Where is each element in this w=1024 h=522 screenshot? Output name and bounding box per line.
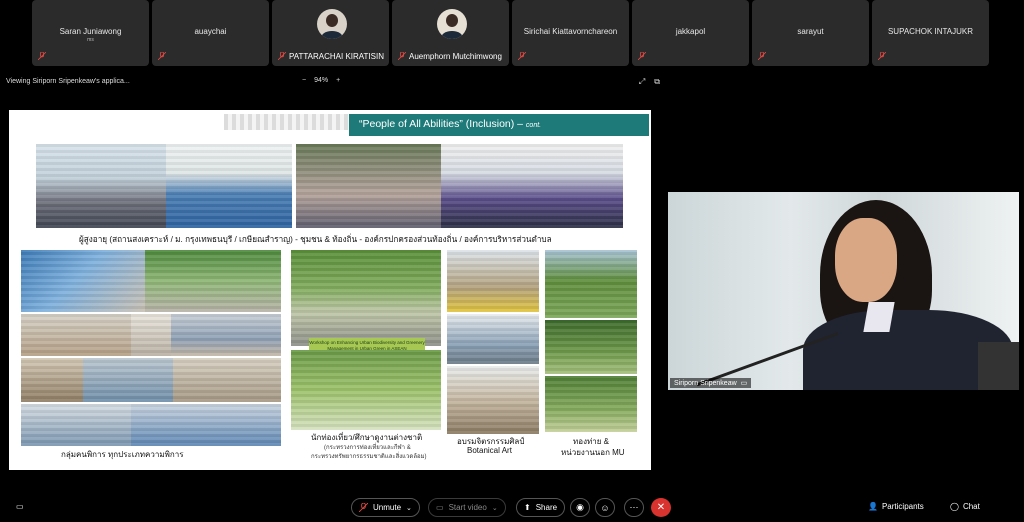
speaker-name: Siriporn Sripenkeaw [674,379,737,387]
zoom-in-button[interactable]: + [336,77,340,84]
participant-name: sarayut [797,27,824,36]
participant-tile[interactable]: auaychai [152,0,269,66]
more-icon[interactable]: ⋯ [624,498,644,517]
caption-training-en: Botanical Art [467,446,512,455]
mic-muted-icon [758,52,766,60]
meeting-toolbar: ▭ Unmute ⌄ ▭ Start video ⌄ ⬆ Share ◉ ☺ ⋯… [0,496,1024,520]
slide-banner-title: “People of All Abilities” (Inclusion) – [359,118,523,130]
mic-muted-icon [398,52,406,60]
photo-foreign-visitors [291,250,441,346]
shared-slide: “People of All Abilities” (Inclusion) – … [9,110,651,470]
mic-muted-icon [518,52,526,60]
speaker-nameplate: Siriporn Sripenkeaw ▭ [670,378,752,388]
participant-strip: Saran Juniawong ms auaychai PATTARACHAI … [32,0,989,66]
photo-disabled-5 [171,314,281,356]
chevron-down-icon[interactable]: ⌄ [492,504,498,512]
photo-camp-2 [545,320,637,374]
participant-name: auaychai [194,27,227,36]
photo-disabled-1 [21,250,145,312]
photo-elderly-hall [166,144,292,228]
participant-name: Sirichai Kiattavornchareon [523,27,618,36]
mic-muted-icon [638,52,646,60]
zoom-level: 94% [314,77,329,84]
caption-disabled: กลุ่มคนพิการ ทุกประเภทความพิการ [61,450,184,459]
photo-camp-3 [545,376,637,432]
mic-muted-icon [38,52,46,60]
avatar [437,9,467,39]
mic-muted-icon [359,503,368,512]
participant-tile[interactable]: Sirichai Kiattavornchareon [512,0,629,66]
zoom-controls: − 94% + [302,77,340,84]
photo-disabled-4 [131,314,171,356]
photo-outdoor-group [291,350,441,430]
chat-icon: ◯ [950,502,959,511]
zoom-out-button[interactable]: − [302,77,306,84]
participant-subtitle: ms [87,37,94,43]
avatar [317,9,347,39]
photo-disabled-3 [21,314,131,356]
photo-disabled-2 [145,250,281,312]
mic-muted-icon [278,52,286,60]
participants-button[interactable]: 👤 Participants [868,502,924,511]
photo-disabled-9 [21,404,131,446]
share-button[interactable]: ⬆ Share [516,498,566,517]
participant-name: Auemphorn Mutchimwong [409,52,502,61]
participant-tile[interactable]: Auemphorn Mutchimwong [392,0,509,66]
slide-banner: “People of All Abilities” (Inclusion) – … [349,114,649,136]
unmute-button[interactable]: Unmute ⌄ [351,498,420,517]
chevron-down-icon[interactable]: ⌄ [406,504,412,512]
participant-name: jakkapol [675,27,706,36]
slide-header-strip [224,114,349,130]
photo-training-1 [447,250,539,312]
share-viewing-bar: Viewing Siriporn Sripenkeaw's applica...… [0,74,664,90]
unmute-label: Unmute [373,503,402,512]
speaker-collar [863,302,895,332]
end-call-icon[interactable]: ✕ [651,498,671,517]
chair [978,342,1019,390]
share-title: Viewing Siriporn Sripenkeaw's applica... [6,78,130,85]
share-icon: ⬆ [524,503,531,512]
participant-tile[interactable]: sarayut [752,0,869,66]
caption-tourist-sub2: กระทรวงทรัพยากรธรรมชาติและสิ่งแวดล้อม) [311,454,427,460]
ai-assistant-icon[interactable]: ◉ [570,498,590,517]
photo-training-3 [447,366,539,434]
start-video-label: Start video [448,503,487,512]
mic-muted-icon [878,52,886,60]
photo-training-2 [447,314,539,364]
mic-muted-icon [158,52,166,60]
fit-screen-icon[interactable]: ⤢ [639,77,645,87]
participants-icon: 👤 [868,502,878,511]
video-off-icon: ▭ [436,503,444,512]
photo-community-group [296,144,441,228]
participant-tile[interactable]: SUPACHOK INTAJUKR [872,0,989,66]
photo-local-admin-group [441,144,623,228]
photo-disabled-10 [131,404,281,446]
screen-share-icon: ▭ [740,380,748,387]
captions-icon[interactable]: ▭ [16,502,24,511]
chat-label: Chat [962,502,980,511]
participant-name: Saran Juniawong [59,27,122,36]
speaker-video[interactable]: Siriporn Sripenkeaw ▭ [668,192,1019,390]
reactions-icon[interactable]: ☺ [595,498,615,517]
participant-name: SUPACHOK INTAJUKR [887,27,974,36]
slide-banner-cont: cont. [525,122,542,129]
start-video-button[interactable]: ▭ Start video ⌄ [428,498,506,517]
photo-elderly-group [36,144,166,228]
photo-camp-1 [545,250,637,318]
participant-tile[interactable]: Saran Juniawong ms [32,0,149,66]
photo-disabled-6 [21,358,83,402]
participant-tile[interactable]: jakkapol [632,0,749,66]
chat-button[interactable]: ◯ Chat [950,502,980,511]
popout-icon[interactable]: ⧉ [654,77,660,87]
speaker-face [835,218,897,302]
caption-row1: ผู้สูงอายุ (สถานสงเคราะห์ / ม. กรุงเทพธน… [79,235,552,244]
caption-camp-sub: หน่วยงานนอก MU [561,448,625,457]
photo-disabled-7 [83,358,173,402]
share-label: Share [535,503,558,512]
participants-label: Participants [881,502,924,511]
photo-disabled-8 [173,358,281,402]
participant-tile[interactable]: PATTARACHAI KIRATISIN [272,0,389,66]
participant-name: PATTARACHAI KIRATISIN [289,52,384,61]
